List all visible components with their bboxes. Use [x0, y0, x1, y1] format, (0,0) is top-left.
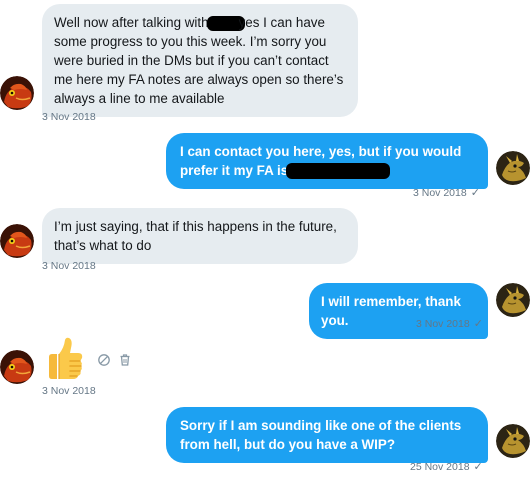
incoming-message[interactable]: Well now after talking with yes I can hav…	[42, 4, 358, 117]
message-timestamp: 3 Nov 2018	[42, 260, 96, 272]
message-timestamp: 3 Nov 2018	[413, 187, 467, 199]
report-icon[interactable]	[97, 353, 111, 367]
outgoing-message[interactable]: I will remember, thank you.	[309, 283, 488, 339]
sender-avatar[interactable]	[0, 76, 34, 110]
dm-conversation-thread: Well now after talking with yes I can hav…	[0, 0, 532, 486]
outgoing-message[interactable]: I can contact you here, yes, but if you …	[166, 133, 488, 189]
sent-check-icon: ✓	[470, 187, 480, 199]
sent-check-icon: ✓	[473, 461, 483, 473]
message-text-start: Well now after talking with	[54, 15, 209, 30]
self-avatar[interactable]	[496, 151, 530, 185]
outgoing-message[interactable]: Sorry if I am sounding like one of the c…	[166, 407, 488, 463]
message-timestamp: 3 Nov 2018	[42, 385, 96, 397]
sender-avatar[interactable]	[0, 224, 34, 258]
thumbs-up-emoji[interactable]	[40, 336, 86, 382]
sent-check-icon: ✓	[473, 318, 483, 330]
redacted-name	[286, 163, 391, 180]
self-avatar[interactable]	[496, 283, 530, 317]
message-timestamp: 3 Nov 2018	[42, 111, 96, 123]
incoming-message[interactable]: I’m just saying, that if this happens in…	[42, 208, 358, 264]
self-avatar[interactable]	[496, 424, 530, 458]
message-timestamp-row: 3 Nov 2018 ✓	[416, 317, 483, 330]
message-timestamp: 3 Nov 2018	[416, 318, 470, 330]
delete-icon[interactable]	[118, 353, 132, 367]
message-timestamp-row: 25 Nov 2018 ✓	[410, 460, 483, 473]
message-timestamp-row: 3 Nov 2018 ✓	[413, 186, 480, 199]
message-timestamp: 25 Nov 2018	[410, 461, 470, 473]
message-text: I’m just saying, that if this happens in…	[54, 219, 337, 253]
sender-avatar[interactable]	[0, 350, 34, 384]
message-text: Sorry if I am sounding like one of the c…	[180, 418, 462, 452]
